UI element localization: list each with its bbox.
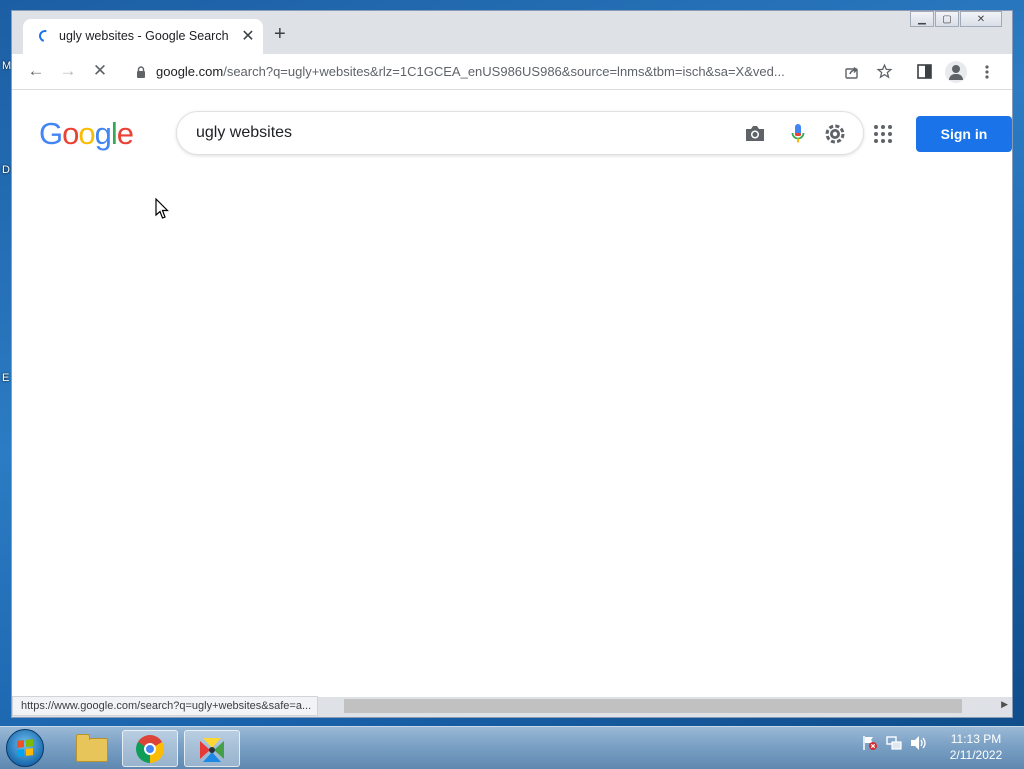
lens-settings-icon[interactable]	[824, 123, 846, 145]
windows-logo-icon	[17, 739, 33, 757]
minimize-button[interactable]: ▁	[910, 11, 934, 27]
tab-strip: ugly websites - Google Search ✕ + ▁ ▢ ✕	[12, 11, 1012, 54]
search-query: ugly websites	[196, 124, 293, 141]
side-panel-icon[interactable]	[917, 64, 932, 79]
lock-icon[interactable]	[136, 66, 146, 78]
taskbar-app[interactable]	[184, 730, 240, 767]
search-input[interactable]: ugly websites	[176, 111, 864, 155]
new-tab-button[interactable]: +	[274, 24, 286, 44]
tab-close-icon[interactable]: ✕	[239, 26, 257, 46]
google-apps-icon[interactable]	[874, 125, 892, 143]
logo-letter: o	[62, 116, 79, 151]
camera-icon[interactable]	[744, 123, 766, 143]
tab-title: ugly websites - Google Search	[59, 29, 229, 43]
microphone-icon[interactable]	[791, 123, 805, 145]
clock-date: 2/11/2022	[949, 748, 1003, 762]
colorful-app-icon	[200, 738, 224, 762]
address-bar[interactable]: google.com/search?q=ugly+websites&rlz=1C…	[156, 64, 836, 79]
taskbar-chrome[interactable]	[122, 730, 178, 767]
network-icon[interactable]	[886, 735, 902, 751]
close-window-button[interactable]: ✕	[960, 11, 1002, 27]
logo-letter: e	[116, 116, 134, 151]
taskbar: 11:13 PM 2/11/2022	[0, 726, 1024, 769]
action-center-flag-icon[interactable]	[862, 735, 878, 751]
maximize-button[interactable]: ▢	[935, 11, 959, 27]
desktop-icon-label: M	[2, 60, 12, 72]
browser-toolbar: ← → ✕ google.com/search?q=ugly+websites&…	[12, 54, 1012, 90]
menu-kebab-icon[interactable]	[984, 64, 990, 80]
clock-time: 11:13 PM	[950, 732, 1002, 746]
scroll-right-arrow-icon[interactable]: ▶	[1001, 699, 1008, 710]
desktop-icon-label: D	[2, 164, 10, 176]
profile-avatar-icon[interactable]	[945, 61, 967, 83]
loading-spinner-icon	[36, 27, 54, 45]
page-content: Google ugly websites Sign in	[12, 90, 1012, 697]
folder-icon	[76, 734, 108, 762]
tab-active[interactable]: ugly websites - Google Search ✕	[23, 19, 263, 54]
url-host: google.com	[156, 64, 224, 79]
start-button[interactable]	[6, 729, 44, 767]
url-path: /search?q=ugly+websites&rlz=1C1GCEA_enUS…	[223, 64, 785, 79]
back-button[interactable]: ←	[25, 62, 47, 80]
system-tray	[862, 735, 928, 751]
share-icon[interactable]	[844, 64, 860, 80]
mouse-cursor-icon	[155, 198, 169, 219]
system-clock[interactable]: 11:13 PM 2/11/2022	[936, 731, 1016, 763]
horizontal-scrollbar[interactable]	[344, 699, 962, 713]
stop-loading-button[interactable]: ✕	[89, 62, 111, 80]
google-logo[interactable]: Google	[39, 116, 134, 152]
forward-button[interactable]: →	[57, 62, 79, 80]
logo-letter: o	[78, 116, 95, 151]
desktop-icon-label: E	[2, 372, 10, 384]
bookmark-star-icon[interactable]	[876, 63, 893, 80]
volume-icon[interactable]	[910, 735, 928, 751]
sign-in-button[interactable]: Sign in	[916, 116, 1012, 152]
window-controls: ▁ ▢ ✕	[909, 11, 1002, 27]
taskbar-file-explorer[interactable]	[62, 730, 118, 767]
link-status-bubble: https://www.google.com/search?q=ugly+web…	[12, 696, 319, 716]
logo-letter: g	[94, 116, 112, 151]
browser-window: ugly websites - Google Search ✕ + ▁ ▢ ✕ …	[11, 10, 1013, 718]
logo-letter: G	[39, 116, 63, 151]
chrome-icon	[136, 735, 164, 763]
